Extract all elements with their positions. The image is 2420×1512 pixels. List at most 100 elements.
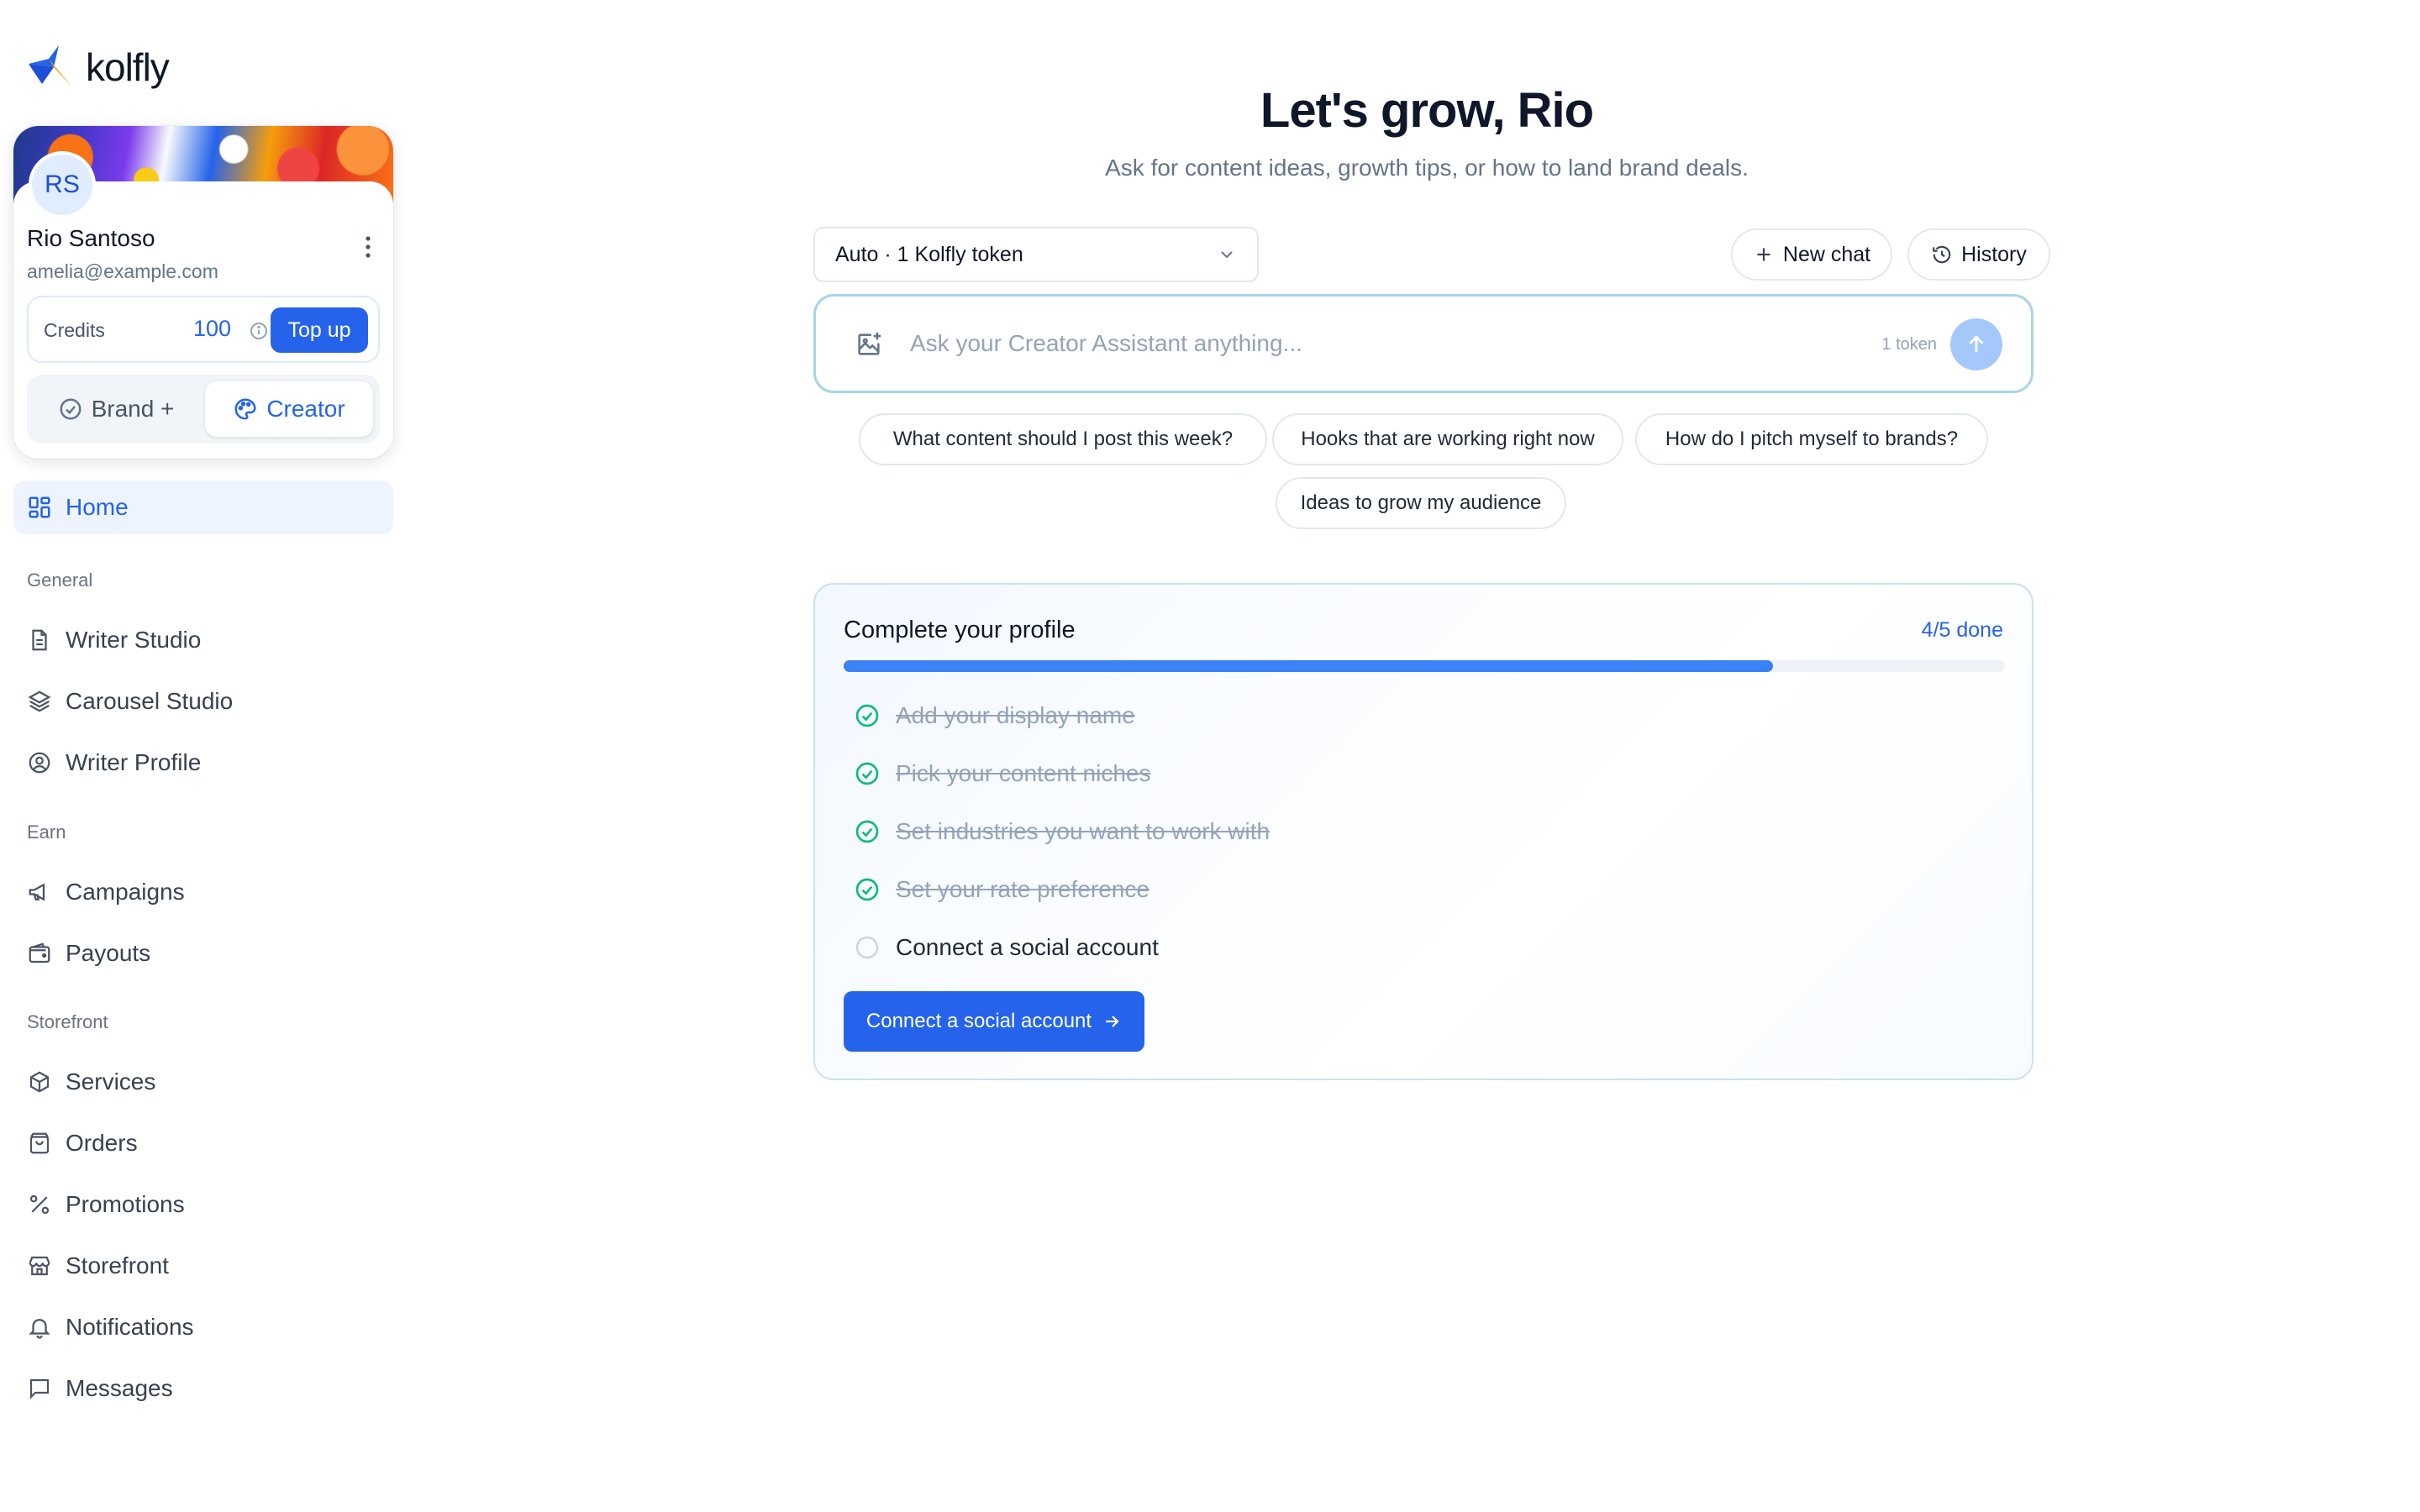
panel-title: Complete your profile — [844, 617, 1076, 643]
task-label: Set industries you want to work with — [896, 818, 1270, 844]
sidebar-item-label: Payouts — [66, 940, 151, 966]
history-button[interactable]: History — [1907, 228, 2050, 281]
sidebar-item-messages[interactable]: Messages — [13, 1363, 393, 1414]
wallet-icon — [29, 942, 50, 963]
history-icon — [1933, 245, 1951, 264]
user-name: Rio Santoso — [27, 225, 155, 251]
task-item: Pick your content niches — [854, 757, 1151, 790]
mode-brand-label: Brand + — [91, 396, 175, 422]
sidebar-item-promotions[interactable]: Promotions — [13, 1179, 393, 1230]
percent-icon — [29, 1194, 50, 1215]
profile-card-body: RS Rio Santoso amelia@example.com Credit… — [13, 151, 393, 459]
chevron-down-icon — [1221, 251, 1233, 259]
sidebar-item-writer-profile[interactable]: Writer Profile — [13, 738, 393, 788]
credits-value: 100 — [193, 316, 232, 341]
model-select-value: Auto · 1 Kolfly token — [835, 242, 1023, 266]
package-icon — [29, 1071, 50, 1093]
page-title: Let's grow, Rio — [1260, 83, 1594, 138]
palette-icon — [234, 398, 256, 420]
suggestion-chip[interactable]: Hooks that are working right now — [1272, 413, 1623, 465]
bell-icon — [29, 1319, 50, 1339]
empty-circle-icon — [855, 936, 879, 959]
check-circle-icon — [855, 704, 879, 727]
check-circle-icon — [855, 762, 879, 785]
task-label: Set your rate preference — [896, 876, 1150, 902]
sidebar-item-label: Services — [66, 1068, 156, 1095]
credits-label: Credits — [44, 319, 105, 341]
suggestion-chip[interactable]: How do I pitch myself to brands? — [1635, 413, 1988, 465]
cta-label: Connect a social account — [865, 1010, 1092, 1032]
model-select[interactable]: Auto · 1 Kolfly token — [813, 227, 1259, 282]
sidebar-item-home[interactable]: Home — [13, 480, 393, 534]
task-item: Set your rate preference — [854, 873, 1150, 906]
task-label: Pick your content niches — [896, 760, 1151, 786]
sidebar-item-storefront[interactable]: Storefront — [13, 1241, 393, 1291]
sidebar-item-label: Orders — [66, 1130, 138, 1156]
task-label: Add your display name — [896, 702, 1135, 728]
dashboard-grid-icon — [29, 496, 50, 518]
sidebar-item-label: Notifications — [66, 1314, 194, 1340]
logo[interactable]: kolfly — [25, 42, 170, 92]
task-item: Add your display name — [854, 699, 1135, 732]
arrow-right-icon — [1106, 1016, 1119, 1027]
avatar[interactable]: RS — [29, 151, 96, 218]
sidebar-item-label: Writer Profile — [66, 749, 202, 775]
profile-card: RS Rio Santoso amelia@example.com Credit… — [13, 126, 393, 459]
sidebar-item-label: Carousel Studio — [66, 688, 234, 714]
sidebar-item-label: Messages — [66, 1375, 173, 1401]
kolfly-logo-icon — [29, 45, 72, 87]
mode-creator-toggle[interactable]: Creator — [205, 381, 373, 437]
progress-text: 4/5 done — [1921, 618, 2003, 642]
sidebar-item-campaigns[interactable]: Campaigns — [13, 867, 393, 917]
layers-icon — [28, 690, 51, 712]
send-button[interactable] — [1950, 318, 2002, 370]
chat-input[interactable]: Ask your Creator Assistant anything... 1… — [813, 294, 2033, 393]
chat-placeholder: Ask your Creator Assistant anything... — [910, 330, 1302, 356]
more-vertical-icon[interactable] — [358, 232, 378, 262]
message-square-icon — [29, 1378, 50, 1399]
new-chat-button[interactable]: New chat — [1731, 228, 1892, 281]
user-circle-icon — [29, 752, 50, 774]
store-icon — [29, 1256, 50, 1276]
sidebar-item-label: Home — [66, 494, 129, 520]
mode-creator-label: Creator — [266, 396, 345, 422]
check-circle-icon — [60, 398, 82, 420]
logo-text: kolfly — [86, 45, 170, 89]
plus-icon — [1757, 248, 1770, 261]
info-icon[interactable] — [249, 321, 269, 341]
mode-brand-toggle[interactable]: Brand + — [34, 381, 198, 437]
new-chat-label: New chat — [1782, 242, 1871, 266]
progress-bar — [844, 660, 2005, 672]
suggestion-chip[interactable]: What content should I post this week? — [859, 413, 1267, 465]
user-email: amelia@example.com — [27, 260, 218, 282]
document-icon — [32, 629, 47, 651]
task-item: Set industries you want to work with — [854, 815, 1270, 848]
top-up-button[interactable]: Top up — [271, 307, 368, 353]
megaphone-icon — [29, 883, 45, 901]
complete-profile-panel: Complete your profile 4/5 done Add your … — [813, 583, 2033, 1080]
history-label: History — [1961, 242, 2027, 266]
progress-fill — [844, 660, 1773, 672]
credits-box: Credits 100 Top up — [27, 296, 380, 363]
image-add-icon[interactable] — [855, 330, 883, 359]
section-label-general: General — [27, 570, 93, 591]
sidebar-item-label: Storefront — [66, 1252, 169, 1278]
shopping-bag-icon — [29, 1132, 50, 1154]
check-circle-icon — [855, 878, 879, 901]
section-label-storefront: Storefront — [27, 1011, 108, 1032]
sidebar-item-notifications[interactable]: Notifications — [13, 1302, 393, 1352]
sidebar-item-carousel-studio[interactable]: Carousel Studio — [13, 676, 393, 727]
section-label-earn: Earn — [27, 822, 66, 843]
sidebar-item-services[interactable]: Services — [13, 1057, 393, 1107]
arrow-up-icon — [1969, 335, 1984, 352]
task-label: Connect a social account — [896, 934, 1159, 960]
task-item: Connect a social account — [854, 931, 1159, 964]
sidebar: kolfly RS Rio Santoso amelia@example.com… — [0, 0, 412, 1512]
suggestion-chip[interactable]: Ideas to grow my audience — [1276, 477, 1566, 529]
sidebar-item-payouts[interactable]: Payouts — [13, 928, 393, 979]
sidebar-item-writer-studio[interactable]: Writer Studio — [13, 615, 393, 665]
connect-social-account-button[interactable]: Connect a social account — [844, 991, 1144, 1052]
sidebar-item-label: Campaigns — [66, 879, 185, 905]
sidebar-item-orders[interactable]: Orders — [13, 1118, 393, 1168]
token-hint: 1 token — [1881, 335, 1937, 354]
